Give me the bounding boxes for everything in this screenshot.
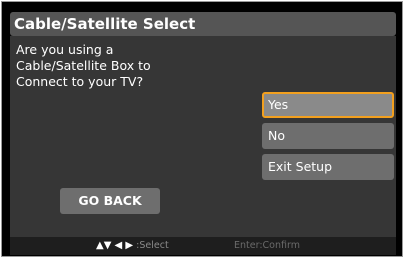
question-text: Are you using a Cable/Satellite Box to C…: [16, 42, 151, 89]
select-hint-label: :Select: [136, 240, 169, 251]
footer-hint-bar: ▲▼ ◀ ▶ :Select Enter:Confirm: [10, 237, 396, 255]
go-back-button[interactable]: GO BACK: [60, 188, 160, 214]
confirm-hint: Enter:Confirm: [234, 240, 300, 251]
page-title: Cable/Satellite Select: [10, 12, 396, 36]
option-yes-button[interactable]: Yes: [262, 92, 394, 118]
tv-setup-screen: Cable/Satellite Select Are you using a C…: [1, 1, 403, 257]
setup-panel: Are you using a Cable/Satellite Box to C…: [10, 36, 396, 237]
option-no-button[interactable]: No: [262, 123, 394, 149]
arrow-keys-icon: ▲▼ ◀ ▶: [96, 240, 134, 251]
select-hint: ▲▼ ◀ ▶ :Select: [96, 237, 169, 255]
option-exit-setup-button[interactable]: Exit Setup: [262, 154, 394, 180]
